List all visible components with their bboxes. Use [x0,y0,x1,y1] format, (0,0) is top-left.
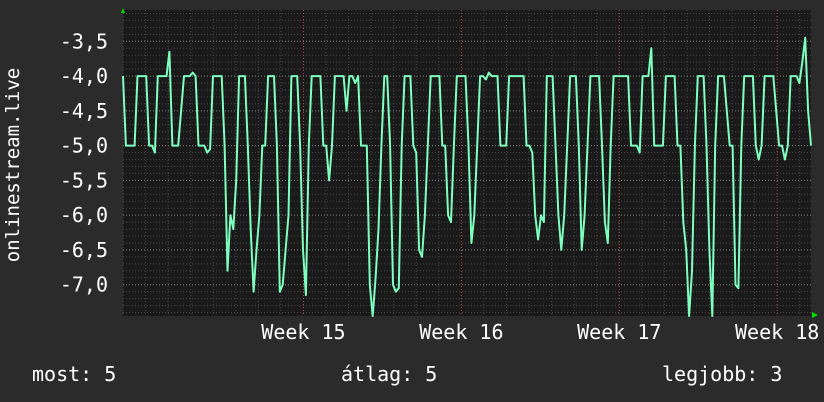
y-tick-label: -4,0 [60,64,108,88]
x-tick-label: Week 15 [261,320,345,344]
y-tick-label: -7,0 [60,273,108,297]
x-axis-arrow-icon [812,312,818,318]
y-tick-label: -3,5 [60,29,108,53]
y-tick-label: -5,0 [60,134,108,158]
x-tick-label: Week 18 [735,320,819,344]
y-tick-label: -6,5 [60,238,108,262]
footer-best-value: legjobb: 3 [662,362,783,386]
y-tick-label: -5,5 [60,168,108,192]
x-tick-label: Week 16 [419,320,503,344]
x-tick-label: Week 17 [577,320,661,344]
x-axis: Week 15 Week 16 Week 17 Week 18 [261,320,819,344]
y-axis: -3,5 -4,0 -4,5 -5,0 -5,5 -6,0 -6,5 -7,0 [60,29,108,296]
footer-average-value: átlag: 5 [341,362,438,386]
y-tick-label: -6,0 [60,203,108,227]
y-tick-label: -4,5 [60,99,108,123]
line-chart: -3,5 -4,0 -4,5 -5,0 -5,5 -6,0 -6,5 -7,0 Week 15… [2,8,819,344]
y-axis-label: onlinestream.live [2,68,24,262]
footer-current-value: most: 5 [32,362,117,386]
